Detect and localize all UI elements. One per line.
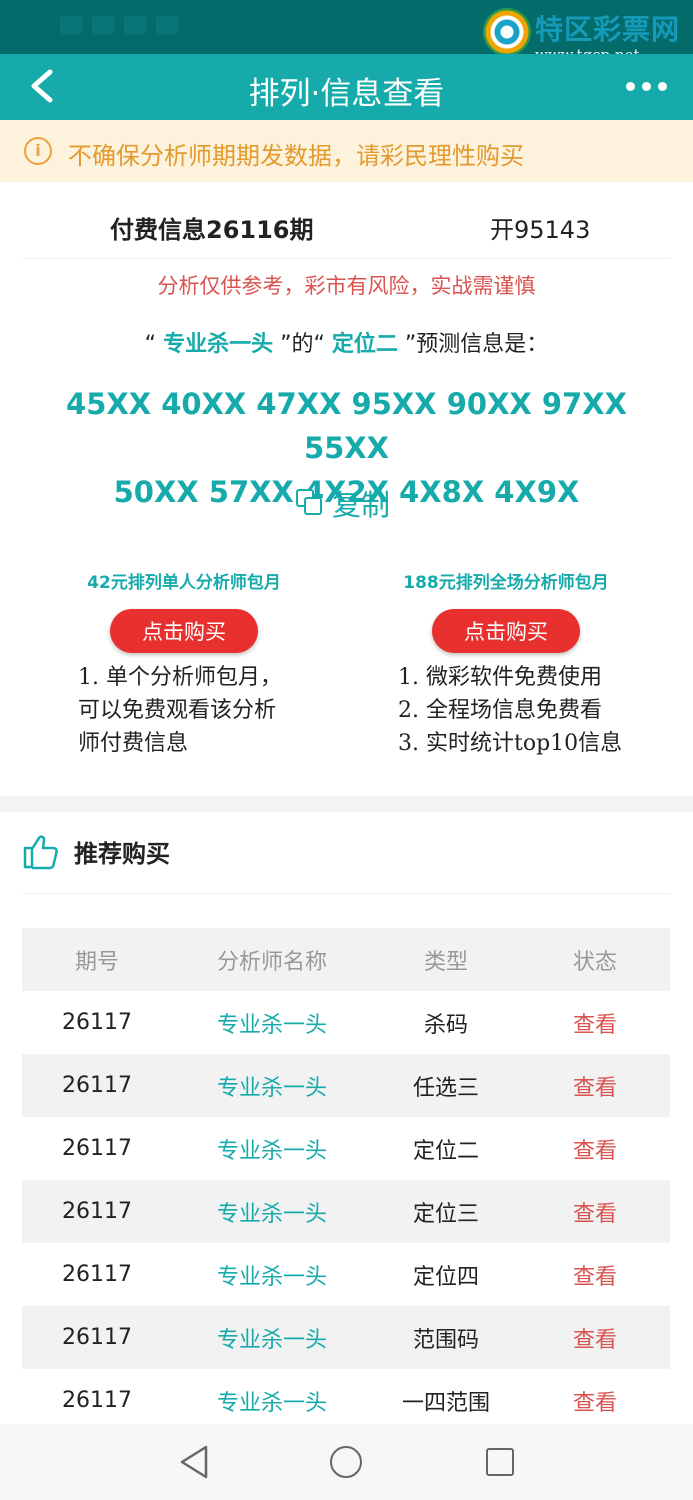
copy-label: 复制 — [332, 488, 391, 522]
package-desc-line: 3. 实时统计top10信息 — [398, 731, 623, 756]
column-header: 状态 — [572, 949, 617, 975]
view-link[interactable]: 查看 — [520, 1196, 670, 1228]
sim-icon — [60, 16, 82, 34]
analyst-link[interactable]: 专业杀一头 — [172, 1007, 372, 1039]
system-recents-icon[interactable] — [486, 1448, 514, 1476]
issue-cell: 26117 — [62, 1325, 132, 1350]
analyst-link[interactable]: 专业杀一头 — [172, 1133, 372, 1165]
prediction-type: 定位二 — [331, 332, 398, 357]
buy-single-button[interactable]: 点击购买 — [110, 609, 258, 653]
package-desc-line: 2. 全程场信息免费看 — [398, 698, 602, 723]
view-link[interactable]: 查看 — [520, 1007, 670, 1039]
copy-button[interactable]: 复制 — [296, 482, 390, 524]
package-description: 1. 微彩软件免费使用 2. 全程场信息免费看 3. 实时统计top10信息 — [346, 661, 666, 760]
status-icons — [60, 16, 178, 34]
type-cell: 定位四 — [412, 1264, 479, 1290]
view-link[interactable]: 查看 — [520, 1133, 670, 1165]
view-link[interactable]: 查看 — [520, 1385, 670, 1417]
message-icon — [124, 16, 146, 34]
package-desc-line: 1. 单个分析师包月， — [78, 665, 282, 690]
type-cell: 杀码 — [423, 1012, 468, 1038]
table-header: 期号 分析师名称 类型 状态 — [22, 928, 670, 991]
analyst-link[interactable]: 专业杀一头 — [172, 1196, 372, 1228]
recommend-table: 期号 分析师名称 类型 状态 26117 专业杀一头 杀码 查看 26117 专… — [22, 928, 670, 1432]
package-desc-line: 师付费信息 — [78, 731, 189, 756]
analyst-link[interactable]: 专业杀一头 — [172, 1259, 372, 1291]
issue-cell: 26117 — [62, 1136, 132, 1161]
page-title: 排列·信息查看 — [248, 76, 445, 112]
package-single: 42元排列单人分析师包月 点击购买 1. 单个分析师包月， 可以免费观看该分析 … — [24, 568, 344, 760]
package-desc-line: 1. 微彩软件免费使用 — [398, 665, 602, 690]
app-notification-icon — [156, 16, 178, 34]
issue-cell: 26117 — [62, 1199, 132, 1224]
quote-open: “ — [144, 332, 157, 357]
system-home-icon[interactable] — [330, 1446, 362, 1478]
issue-title: 付费信息26116期 — [110, 216, 314, 244]
copy-icon — [296, 489, 324, 517]
column-header: 类型 — [423, 949, 468, 975]
notice-text: 不确保分析师期期发数据，请彩民理性购买 — [68, 142, 524, 170]
package-full: 188元排列全场分析师包月 点击购买 1. 微彩软件免费使用 2. 全程场信息免… — [346, 568, 666, 760]
view-link[interactable]: 查看 — [520, 1070, 670, 1102]
column-header: 分析师名称 — [216, 949, 327, 975]
watermark-brand: 特区彩票网 — [535, 13, 681, 46]
prediction-suffix: ”预测信息是： — [404, 332, 549, 357]
divider — [22, 258, 671, 259]
recommend-title: 推荐购买 — [74, 839, 170, 868]
nav-bar: 排列·信息查看 — [0, 54, 693, 120]
open-result: 开95143 — [490, 216, 591, 244]
thumbs-up-icon — [23, 835, 58, 870]
info-icon: i — [24, 137, 52, 165]
table-row[interactable]: 26117 专业杀一头 范围码 查看 — [22, 1306, 670, 1369]
type-cell: 一四范围 — [401, 1390, 490, 1416]
watermark-logo-icon — [483, 8, 531, 56]
risk-warning: 分析仅供参考，彩市有风险，实战需谨慎 — [157, 274, 536, 298]
package-title: 188元排列全场分析师包月 — [403, 573, 609, 593]
signal-icon — [92, 16, 114, 34]
table-row[interactable]: 26117 专业杀一头 杀码 查看 — [22, 991, 670, 1054]
recommend-header: 推荐购买 — [22, 832, 170, 870]
package-desc-line: 可以免费观看该分析 — [78, 698, 277, 723]
system-nav-bar — [0, 1424, 693, 1500]
table-row[interactable]: 26117 专业杀一头 定位二 查看 — [22, 1117, 670, 1180]
prediction-joiner: ”的“ — [280, 332, 325, 357]
type-cell: 任选三 — [412, 1075, 479, 1101]
issue-cell: 26117 — [62, 1010, 132, 1035]
type-cell: 定位二 — [412, 1138, 479, 1164]
table-row[interactable]: 26117 专业杀一头 任选三 查看 — [22, 1054, 670, 1117]
analyst-link[interactable]: 专业杀一头 — [172, 1322, 372, 1354]
issue-cell: 26117 — [62, 1388, 132, 1413]
table-row[interactable]: 26117 专业杀一头 一四范围 查看 — [22, 1369, 670, 1432]
numbers-line-1: 45XX 40XX 47XX 95XX 90XX 97XX 55XX — [66, 387, 627, 465]
issue-cell: 26117 — [62, 1262, 132, 1287]
more-menu-icon[interactable] — [626, 82, 667, 91]
type-cell: 定位三 — [412, 1201, 479, 1227]
system-back-icon[interactable] — [178, 1444, 210, 1480]
analyst-link[interactable]: 专业杀一头 — [172, 1070, 372, 1102]
notice-banner: i 不确保分析师期期发数据，请彩民理性购买 — [0, 120, 693, 182]
status-bar: 特区彩票网 www.tqcp.net — [0, 0, 693, 64]
table-row[interactable]: 26117 专业杀一头 定位三 查看 — [22, 1180, 670, 1243]
buy-full-button[interactable]: 点击购买 — [432, 609, 580, 653]
section-separator — [0, 796, 693, 812]
package-description: 1. 单个分析师包月， 可以免费观看该分析 师付费信息 — [24, 661, 344, 760]
type-cell: 范围码 — [412, 1327, 479, 1353]
column-header: 期号 — [74, 949, 119, 975]
prediction-heading: “ 专业杀一头 ”的“ 定位二 ”预测信息是： — [0, 326, 693, 358]
package-title: 42元排列单人分析师包月 — [87, 573, 281, 593]
analyst-link[interactable]: 专业杀一头 — [172, 1385, 372, 1417]
view-link[interactable]: 查看 — [520, 1259, 670, 1291]
prediction-analyst[interactable]: 专业杀一头 — [163, 332, 273, 357]
issue-cell: 26117 — [62, 1073, 132, 1098]
divider — [22, 893, 671, 894]
view-link[interactable]: 查看 — [520, 1322, 670, 1354]
table-row[interactable]: 26117 专业杀一头 定位四 查看 — [22, 1243, 670, 1306]
